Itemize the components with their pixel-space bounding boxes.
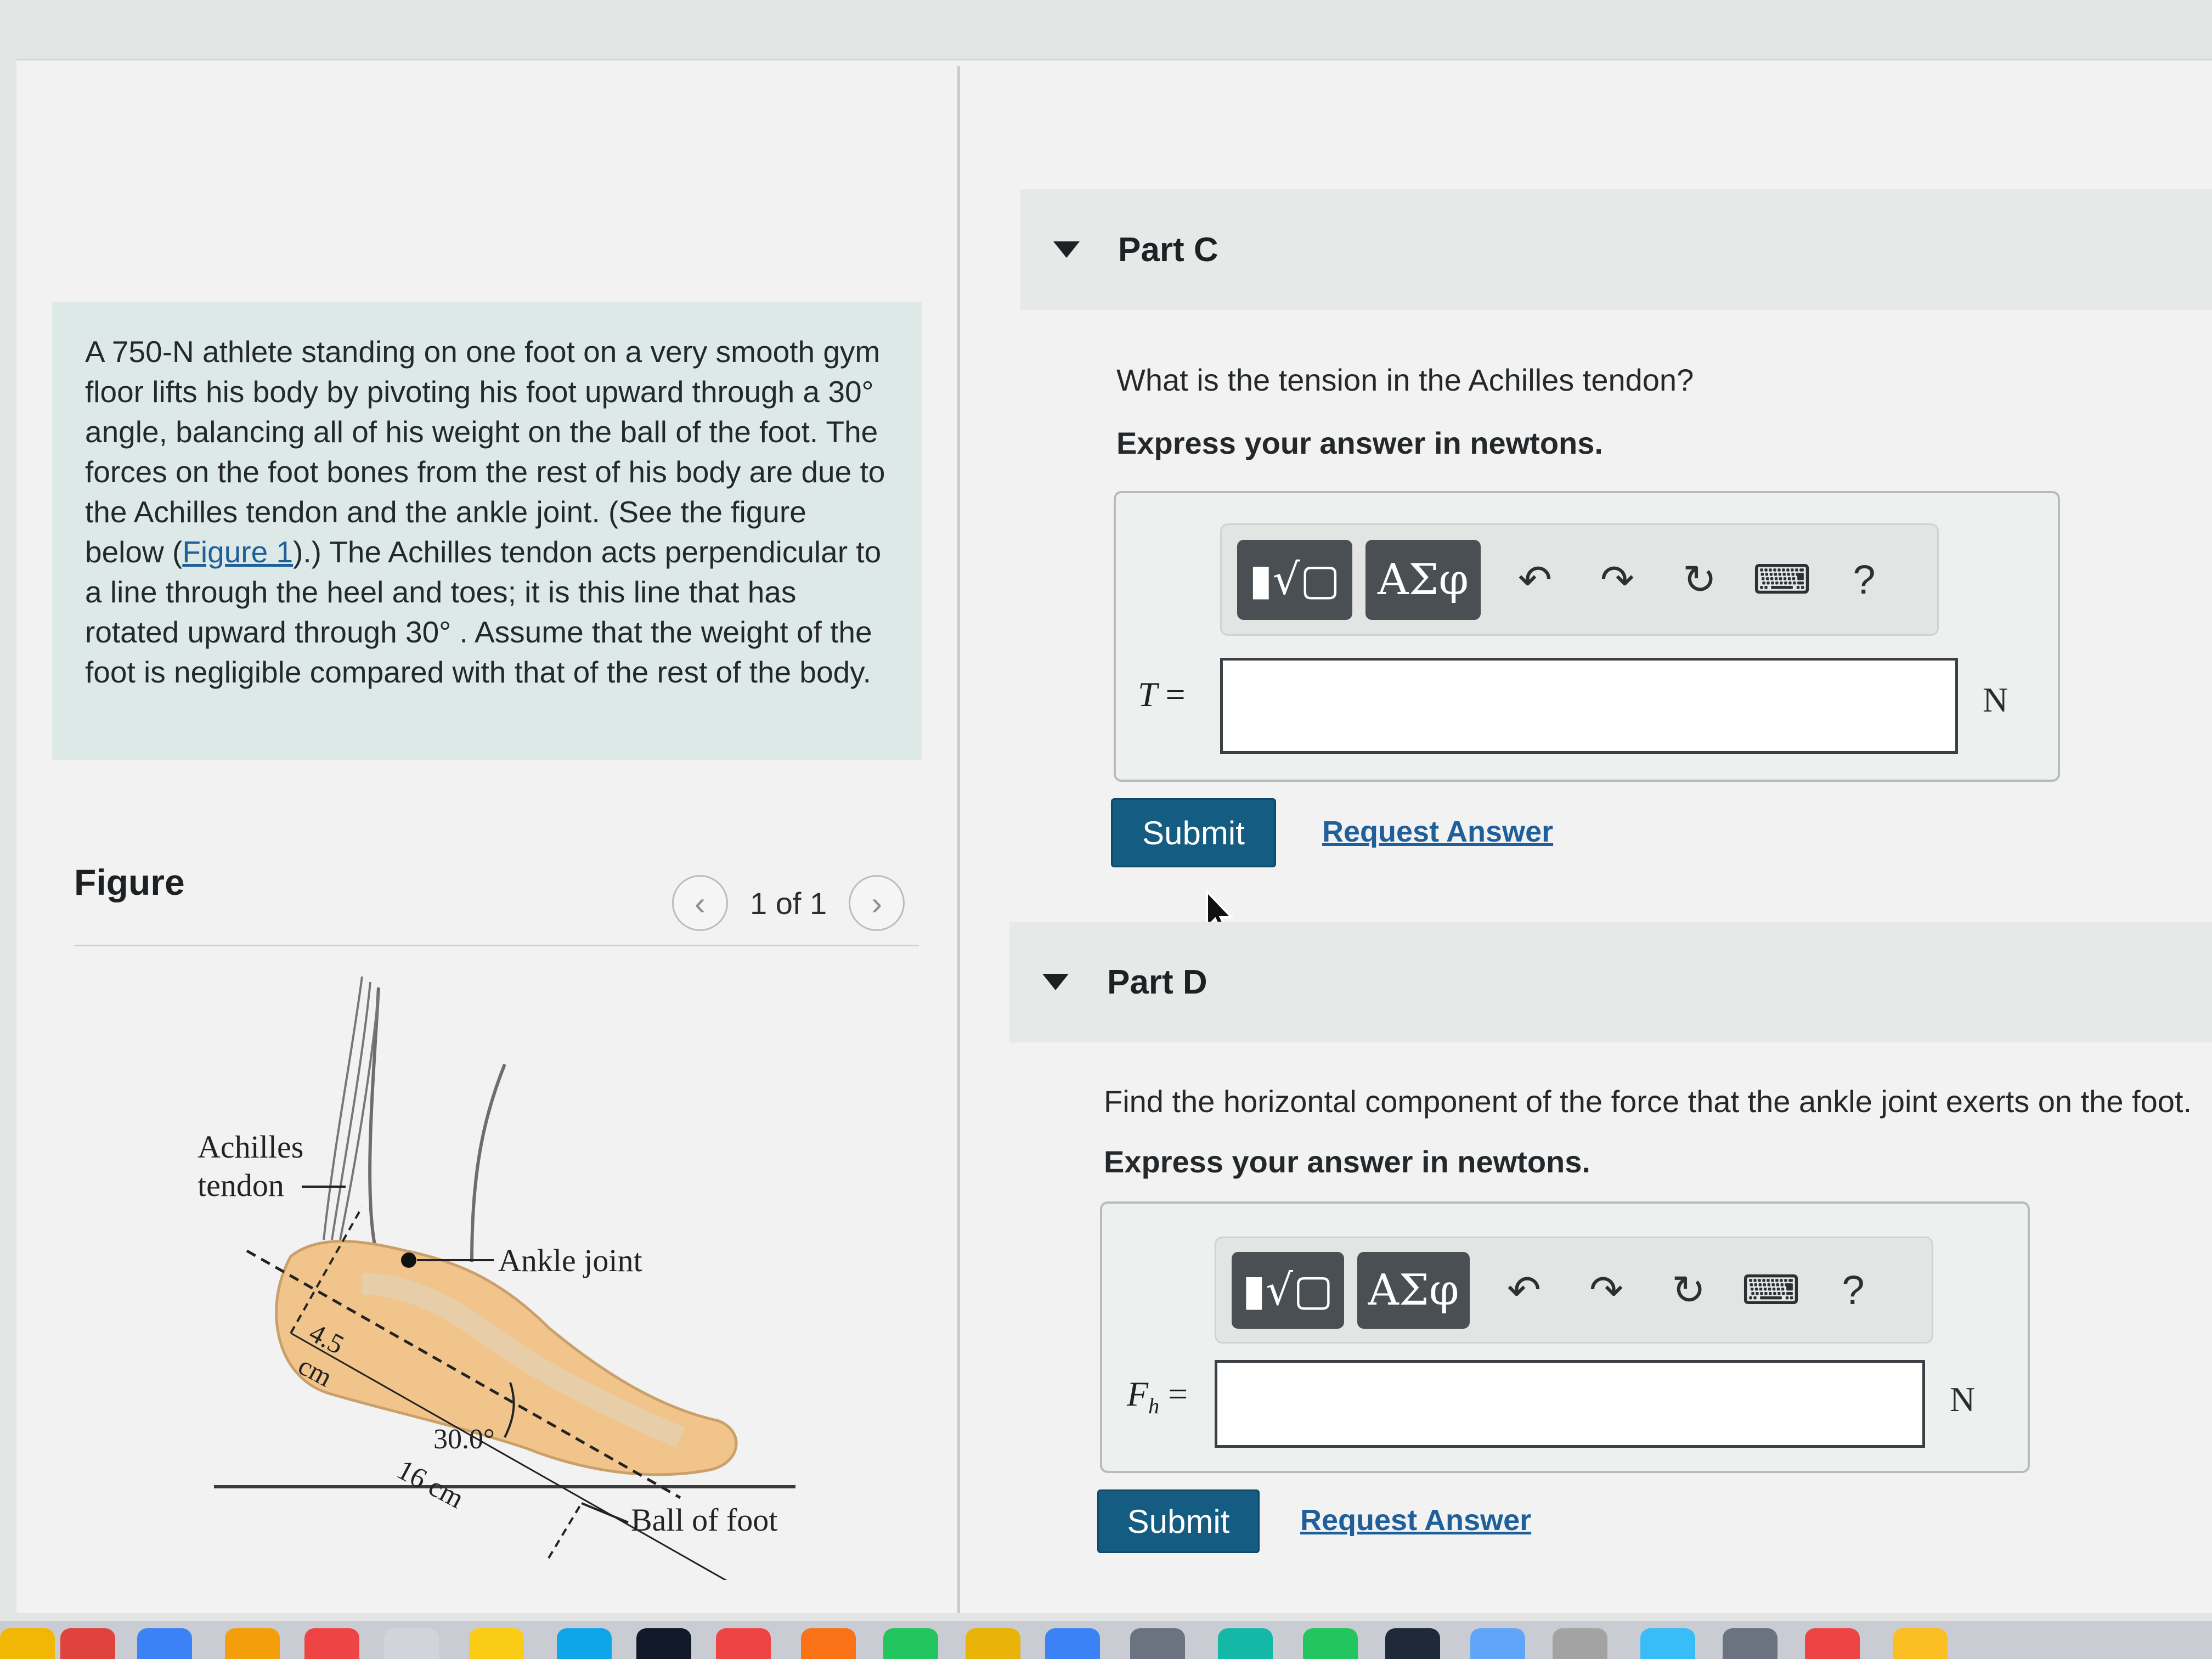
column-divider [957, 66, 960, 1613]
part-c-unit: N [1983, 680, 2008, 719]
part-c-header[interactable]: Part C [1020, 189, 2212, 310]
app-icon[interactable] [384, 1628, 439, 1659]
collapse-part-d-icon[interactable] [1042, 974, 1069, 990]
next-figure-button[interactable]: › [849, 875, 905, 931]
app-icon[interactable] [1553, 1628, 1607, 1659]
music-icon[interactable] [716, 1628, 771, 1659]
part-d-instructions: Express your answer in newtons. [1104, 1144, 1590, 1179]
part-c-math-toolbar: ▮√▢ ΑΣφ ↶ ↷ ↻ ⌨ ? [1220, 523, 1939, 636]
greek-symbols-label: ΑΣφ [1377, 555, 1469, 605]
app-icon[interactable] [137, 1628, 192, 1659]
problem-intro: A 750-N athlete standing on one foot on … [52, 302, 922, 760]
app-icon[interactable] [557, 1628, 612, 1659]
part-d-variable: Fh = [1127, 1374, 1188, 1419]
part-c-templates-button[interactable]: ▮√▢ [1237, 539, 1352, 620]
help-icon[interactable]: ? [1812, 1267, 1894, 1313]
chevron-left-icon: ‹ [695, 884, 706, 922]
part-c-answer-box: ▮√▢ ΑΣφ ↶ ↷ ↻ ⌨ ? T = N [1114, 491, 2060, 782]
settings-icon[interactable] [1130, 1628, 1185, 1659]
figure-page-count: 1 of 1 [750, 885, 827, 921]
keyboard-icon[interactable]: ⌨ [1730, 1267, 1812, 1314]
part-d-equals: = [1168, 1374, 1188, 1413]
part-d-header[interactable]: Part D [1009, 922, 2212, 1042]
app-icon[interactable] [1893, 1628, 1948, 1659]
part-c-variable: T = [1138, 674, 1186, 715]
ball-marker [548, 1502, 583, 1559]
ankle-joint-dot [401, 1252, 416, 1268]
figure-pager: ‹ 1 of 1 › [672, 875, 905, 931]
app-icon[interactable] [801, 1628, 856, 1659]
part-c-request-answer-link[interactable]: Request Answer [1322, 815, 1553, 849]
part-d-submit-button[interactable]: Submit [1097, 1489, 1260, 1553]
ball-leader [581, 1502, 629, 1523]
part-c-instructions: Express your answer in newtons. [1116, 426, 1603, 460]
part-d-answer-box: ▮√▢ ΑΣφ ↶ ↷ ↻ ⌨ ? Fh = N [1100, 1201, 2030, 1473]
redo-icon[interactable]: ↷ [1565, 1267, 1647, 1314]
part-d-greek-button[interactable]: ΑΣφ [1357, 1251, 1470, 1329]
redo-icon[interactable]: ↷ [1576, 556, 1658, 603]
part-d-answer-input[interactable] [1215, 1360, 1925, 1448]
part-d-unit: N [1950, 1380, 1976, 1419]
label-ankle-joint: Ankle joint [498, 1243, 642, 1278]
app-icon[interactable] [1385, 1628, 1440, 1659]
figure-divider [74, 945, 919, 946]
foot-diagram: Achilles tendon Ankle joint 4.5 cm 30.0°… [198, 977, 795, 1580]
greek-symbols-label: ΑΣφ [1368, 1265, 1459, 1315]
label-tendon: tendon [198, 1167, 284, 1203]
app-icon[interactable] [1470, 1628, 1525, 1659]
app-icon[interactable] [1805, 1628, 1860, 1659]
part-d-templates-button[interactable]: ▮√▢ [1232, 1251, 1344, 1329]
calendar-icon[interactable] [304, 1628, 359, 1659]
tv-icon[interactable] [636, 1628, 691, 1659]
part-c-submit-button[interactable]: Submit [1111, 798, 1276, 867]
app-icon[interactable] [1218, 1628, 1273, 1659]
messages-icon[interactable] [1303, 1628, 1358, 1659]
chrome-icon[interactable] [60, 1628, 115, 1659]
part-d-title: Part D [1107, 963, 1207, 1001]
figure-link[interactable]: Figure 1 [182, 535, 293, 569]
app-icon[interactable] [966, 1628, 1020, 1659]
photos-icon[interactable] [225, 1628, 280, 1659]
figure-title: Figure [74, 862, 185, 902]
part-c-equals: = [1165, 675, 1186, 714]
part-d-var-subscript: h [1148, 1393, 1160, 1418]
fraction-sqrt-template-icon: ▮√▢ [1249, 555, 1341, 605]
keyboard-icon[interactable]: ⌨ [1741, 556, 1823, 603]
undo-icon[interactable]: ↶ [1494, 556, 1576, 603]
label-angle: 30.0° [433, 1424, 495, 1455]
part-c-question: What is the tension in the Achilles tend… [1116, 363, 1694, 397]
part-c-var-symbol: T [1138, 675, 1157, 714]
reset-icon[interactable]: ↻ [1658, 556, 1741, 603]
app-icon[interactable] [1640, 1628, 1695, 1659]
leg-outline [368, 987, 506, 1262]
app-icon[interactable] [883, 1628, 938, 1659]
prev-figure-button[interactable]: ‹ [672, 875, 728, 931]
notes-icon[interactable] [469, 1628, 524, 1659]
part-d-request-answer-link[interactable]: Request Answer [1300, 1503, 1531, 1537]
label-ball-of-foot: Ball of foot [631, 1502, 777, 1538]
collapse-part-c-icon[interactable] [1053, 241, 1080, 258]
label-16cm: 16 cm [392, 1454, 469, 1515]
part-c-title: Part C [1118, 230, 1218, 269]
label-achilles: Achilles [198, 1129, 303, 1165]
reset-icon[interactable]: ↻ [1647, 1267, 1730, 1314]
chevron-right-icon: › [871, 884, 883, 922]
part-c-greek-button[interactable]: ΑΣφ [1365, 539, 1481, 620]
part-d-math-toolbar: ▮√▢ ΑΣφ ↶ ↷ ↻ ⌨ ? [1215, 1237, 1933, 1344]
problem-text: A 750-N athlete standing on one foot on … [85, 335, 885, 569]
part-d-question: Find the horizontal component of the for… [1104, 1084, 2192, 1119]
help-icon[interactable]: ? [1823, 556, 1905, 603]
app-icon[interactable] [1723, 1628, 1778, 1659]
finder-icon[interactable] [0, 1628, 55, 1659]
part-c-answer-input[interactable] [1220, 658, 1958, 754]
undo-icon[interactable]: ↶ [1483, 1267, 1565, 1314]
app-store-icon[interactable] [1045, 1628, 1100, 1659]
part-d-var-symbol: F [1127, 1374, 1149, 1413]
fraction-sqrt-template-icon: ▮√▢ [1242, 1265, 1334, 1315]
